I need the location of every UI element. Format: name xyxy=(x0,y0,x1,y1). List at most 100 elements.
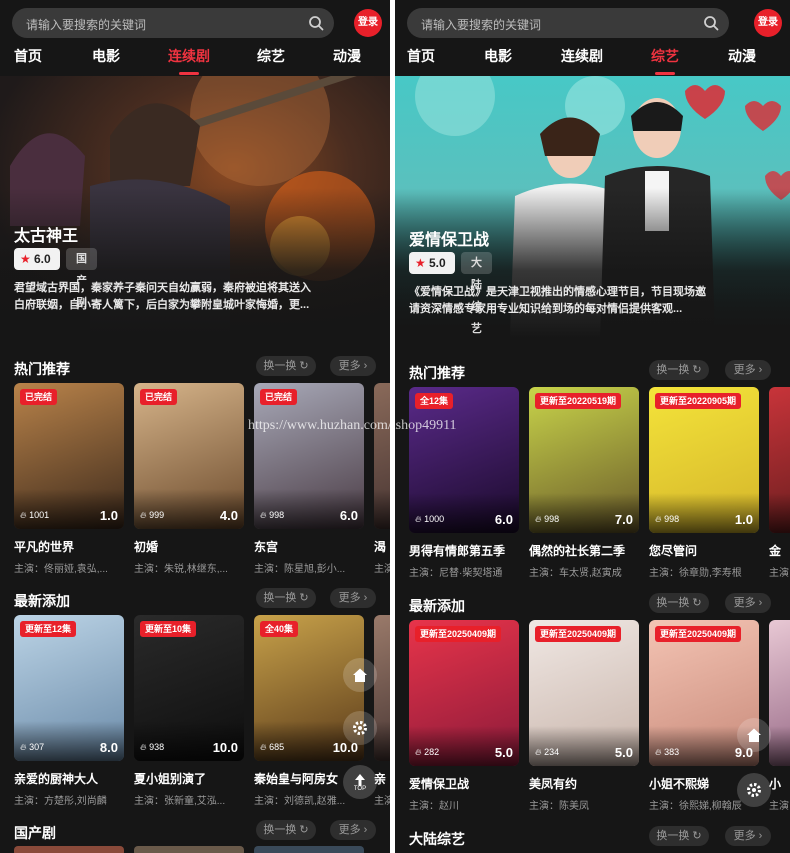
tab-movies[interactable]: 电影 xyxy=(92,46,120,66)
poster-image[interactable]: 更新至12集 🔥︎ 307 8.0 xyxy=(14,615,124,761)
tab-home[interactable]: 首页 xyxy=(407,46,435,66)
poster-image[interactable]: 已完结 🔥︎ 999 4.0 xyxy=(134,383,244,529)
poster-image[interactable] xyxy=(769,387,790,533)
next-row-poster xyxy=(254,846,364,853)
tab-tv-series[interactable]: 连续剧 xyxy=(168,46,210,75)
status-badge: 更新至20250409期 xyxy=(415,626,502,642)
section-title: 国产剧 xyxy=(14,825,56,841)
card-title[interactable]: 小 xyxy=(769,775,790,792)
rating-value: 1.0 xyxy=(734,512,753,527)
refresh-button[interactable]: 换一换 ↻ xyxy=(649,593,709,613)
poster-image[interactable]: 更新至20250409期 🔥︎ 234 5.0 xyxy=(529,620,639,766)
card-cast: 主演：车太贤,赵寅成 xyxy=(529,568,622,579)
card-title[interactable]: 夏小姐别演了 xyxy=(134,770,244,787)
card-title[interactable]: 美凤有约 xyxy=(529,775,639,792)
refresh-button[interactable]: 换一换 ↻ xyxy=(649,826,709,846)
view-count: 🔥︎ 998 xyxy=(260,510,285,520)
section-header-new: 最新添加 换一换 ↻ 更多 › xyxy=(0,588,390,614)
settings-fab[interactable] xyxy=(737,773,771,807)
view-count: 🔥︎ 999 xyxy=(140,510,165,520)
tab-variety[interactable]: 综艺 xyxy=(257,46,285,66)
card-title[interactable]: 初婚 xyxy=(134,538,244,555)
hero-description: 《爱情保卫战》是天津卫视推出的情感心理节目，节目现场邀请资深情感专家用专业知识给… xyxy=(409,286,706,315)
home-icon xyxy=(353,668,367,682)
hero-score: ★ 6.0 xyxy=(14,248,60,270)
settings-fab[interactable] xyxy=(343,711,377,745)
flame-icon: 🔥︎ xyxy=(415,747,425,757)
hero-banner[interactable]: 太古神王 ★ 6.0 国产剧 君望域古界国，秦家养子秦问天自幼赢弱，秦府被迫将其送… xyxy=(0,76,390,338)
section-title: 最新添加 xyxy=(409,598,465,614)
search-input[interactable]: 请输入要搜索的关键词 xyxy=(12,8,334,38)
view-count: 🔥︎ 685 xyxy=(260,742,285,752)
watermark-text: https://www.huzhan.com/ishop49911 xyxy=(248,418,457,433)
refresh-button[interactable]: 换一换 ↻ xyxy=(256,588,316,608)
rating-value: 5.0 xyxy=(494,745,513,760)
rating-value: 7.0 xyxy=(614,512,633,527)
back-to-top-fab[interactable]: TOP xyxy=(343,765,377,799)
view-count: 🔥︎ 383 xyxy=(655,747,680,757)
more-button[interactable]: 更多 › xyxy=(725,826,771,846)
card-title[interactable]: 亲爱的厨神大人 xyxy=(14,770,124,787)
tab-variety[interactable]: 综艺 xyxy=(651,46,679,75)
more-button[interactable]: 更多 › xyxy=(725,360,771,380)
hero-score: ★ 5.0 xyxy=(409,252,455,274)
gear-icon xyxy=(747,783,761,797)
more-button[interactable]: 更多 › xyxy=(330,588,376,608)
poster-image[interactable] xyxy=(769,620,790,766)
search-input[interactable]: 请输入要搜索的关键词 xyxy=(407,8,729,38)
tab-home[interactable]: 首页 xyxy=(14,46,42,66)
section-title: 大陆综艺 xyxy=(409,831,465,847)
view-count: 🔥︎ 998 xyxy=(655,514,680,524)
login-button[interactable]: 登录 xyxy=(354,9,382,37)
rating-value: 4.0 xyxy=(219,508,238,523)
poster-image[interactable]: 更新至20220905期 🔥︎ 998 1.0 xyxy=(649,387,759,533)
poster-image[interactable]: 已完结 🔥︎ 998 6.0 xyxy=(254,383,364,529)
tab-tv-series[interactable]: 连续剧 xyxy=(561,46,603,66)
poster-image[interactable] xyxy=(374,383,390,529)
section-title: 热门推荐 xyxy=(14,361,70,377)
home-fab[interactable] xyxy=(343,658,377,692)
rating-value: 5.0 xyxy=(614,745,633,760)
flame-icon: 🔥︎ xyxy=(140,510,150,520)
status-badge: 已完结 xyxy=(140,389,178,405)
card-title[interactable]: 男得有情郎第五季 xyxy=(409,542,519,559)
card-title[interactable]: 您尽管问 xyxy=(649,542,759,559)
poster-image[interactable]: 更新至10集 🔥︎ 938 10.0 xyxy=(134,615,244,761)
home-fab[interactable] xyxy=(737,718,771,752)
gear-icon xyxy=(353,721,367,735)
hero-category: 大陆综艺 xyxy=(461,252,492,335)
search-icon[interactable] xyxy=(703,15,719,31)
tab-anime[interactable]: 动漫 xyxy=(728,46,756,66)
card-title[interactable]: 东宫 xyxy=(254,538,364,555)
poster-image[interactable] xyxy=(374,615,390,761)
hero-title: 太古神王 xyxy=(14,228,79,245)
rating-value: 10.0 xyxy=(212,740,238,755)
more-button[interactable]: 更多 › xyxy=(330,820,376,840)
card-title[interactable]: 金 xyxy=(769,542,790,559)
poster-image[interactable]: 已完结 🔥︎ 1001 1.0 xyxy=(14,383,124,529)
status-badge: 更新至20220905期 xyxy=(655,393,742,409)
card-title[interactable]: 渴 xyxy=(374,538,390,555)
search-icon[interactable] xyxy=(308,15,324,31)
more-button[interactable]: 更多 › xyxy=(330,356,376,376)
poster-image[interactable]: 全12集 🔥︎ 1000 6.0 xyxy=(409,387,519,533)
refresh-button[interactable]: 换一换 ↻ xyxy=(649,360,709,380)
status-badge: 更新至20220519期 xyxy=(535,393,622,409)
card-title[interactable]: 偶然的社长第二季 xyxy=(529,542,639,559)
poster-image[interactable]: 更新至20250409期 🔥︎ 282 5.0 xyxy=(409,620,519,766)
hero-banner[interactable]: 爱情保卫战 ★ 5.0 大陆综艺 《爱情保卫战》是天津卫视推出的情感心理节目，节目… xyxy=(395,76,790,338)
tab-movies[interactable]: 电影 xyxy=(484,46,512,66)
card-title[interactable]: 平凡的世界 xyxy=(14,538,124,555)
tab-anime[interactable]: 动漫 xyxy=(333,46,361,66)
status-badge: 全12集 xyxy=(415,393,454,409)
view-count: 🔥︎ 307 xyxy=(20,742,45,752)
card-cast: 主演 xyxy=(374,796,390,807)
card-title[interactable]: 爱情保卫战 xyxy=(409,775,519,792)
refresh-button[interactable]: 换一换 ↻ xyxy=(256,820,316,840)
card-cast: 主演 xyxy=(769,801,789,812)
more-button[interactable]: 更多 › xyxy=(725,593,771,613)
flame-icon: 🔥︎ xyxy=(260,742,270,752)
login-button[interactable]: 登录 xyxy=(754,9,782,37)
poster-image[interactable]: 更新至20220519期 🔥︎ 998 7.0 xyxy=(529,387,639,533)
refresh-button[interactable]: 换一换 ↻ xyxy=(256,356,316,376)
